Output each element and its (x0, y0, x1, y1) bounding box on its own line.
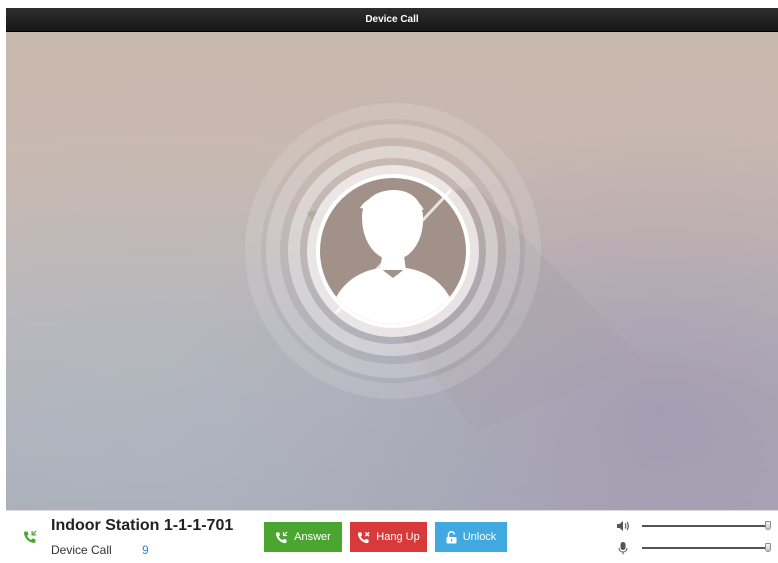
speaker-volume-slider[interactable] (642, 521, 771, 530)
call-control-bar: Indoor Station 1-1-1-701 Device Call 9 A… (6, 510, 778, 563)
call-type-label: Device Call (51, 543, 112, 557)
microphone-icon[interactable] (616, 541, 630, 555)
incoming-call-icon (24, 530, 37, 543)
call-count: 9 (142, 543, 149, 557)
hang-up-button[interactable]: Hang Up (350, 522, 427, 552)
station-name: Indoor Station 1-1-1-701 (51, 517, 234, 534)
microphone-volume-thumb[interactable] (765, 543, 771, 552)
speaker-icon[interactable] (616, 519, 630, 533)
unlock-button[interactable]: Unlock (435, 522, 507, 552)
speaker-volume-fill (642, 525, 768, 527)
answer-button[interactable]: Answer (264, 522, 342, 552)
hang-up-button-label: Hang Up (376, 531, 420, 543)
microphone-volume-slider[interactable] (642, 543, 771, 552)
speaker-volume-control (616, 519, 774, 533)
speaker-volume-thumb[interactable] (765, 521, 771, 530)
phone-hangup-icon (358, 531, 370, 543)
window-title: Device Call (6, 8, 778, 32)
device-call-window: Device Call Indoor Station 1-1-1-701 Dev… (0, 0, 778, 563)
caller-placeholder (245, 103, 646, 432)
microphone-volume-fill (642, 547, 768, 549)
video-viewport (6, 32, 778, 510)
unlock-button-label: Unlock (462, 531, 497, 543)
unlock-icon (446, 530, 457, 543)
microphone-volume-control (616, 541, 774, 555)
answer-button-label: Answer (294, 531, 331, 543)
phone-icon (276, 531, 288, 543)
